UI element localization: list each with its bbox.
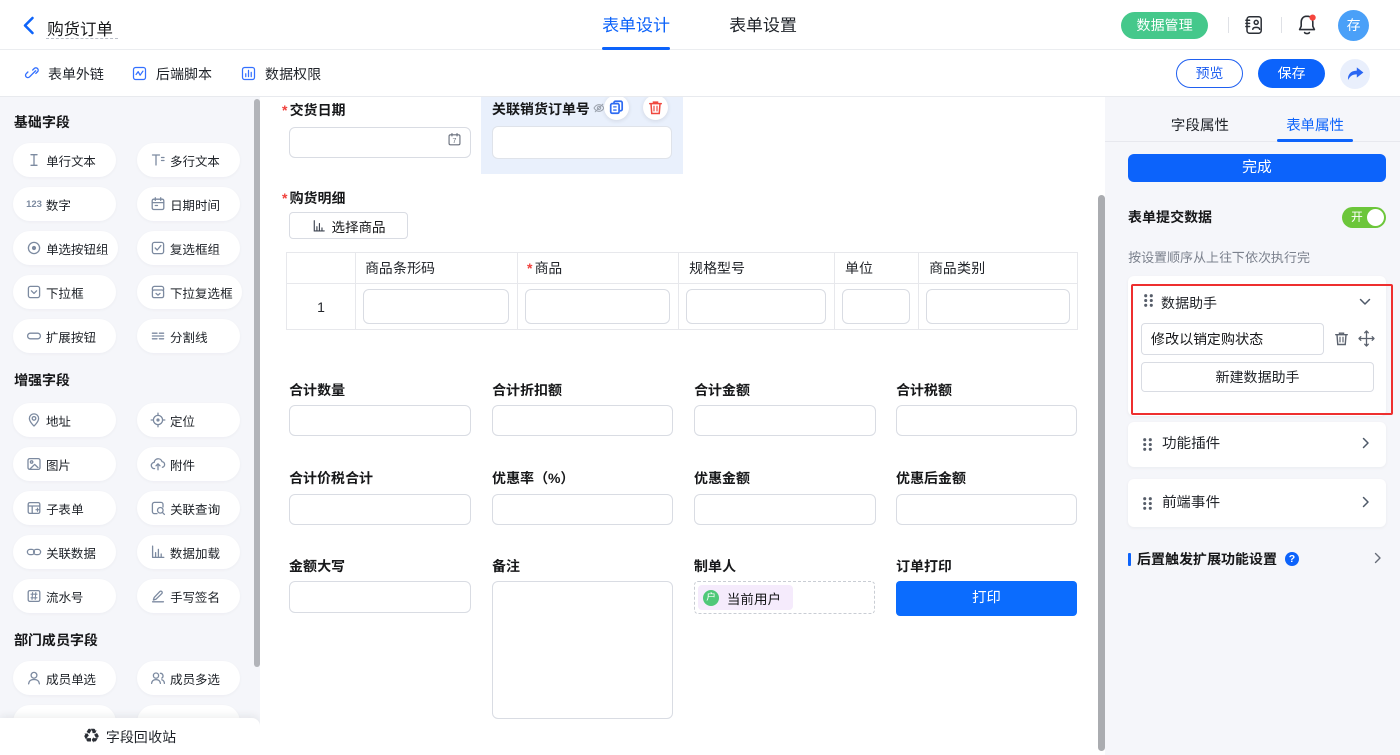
svg-text:7: 7 [453,138,457,145]
